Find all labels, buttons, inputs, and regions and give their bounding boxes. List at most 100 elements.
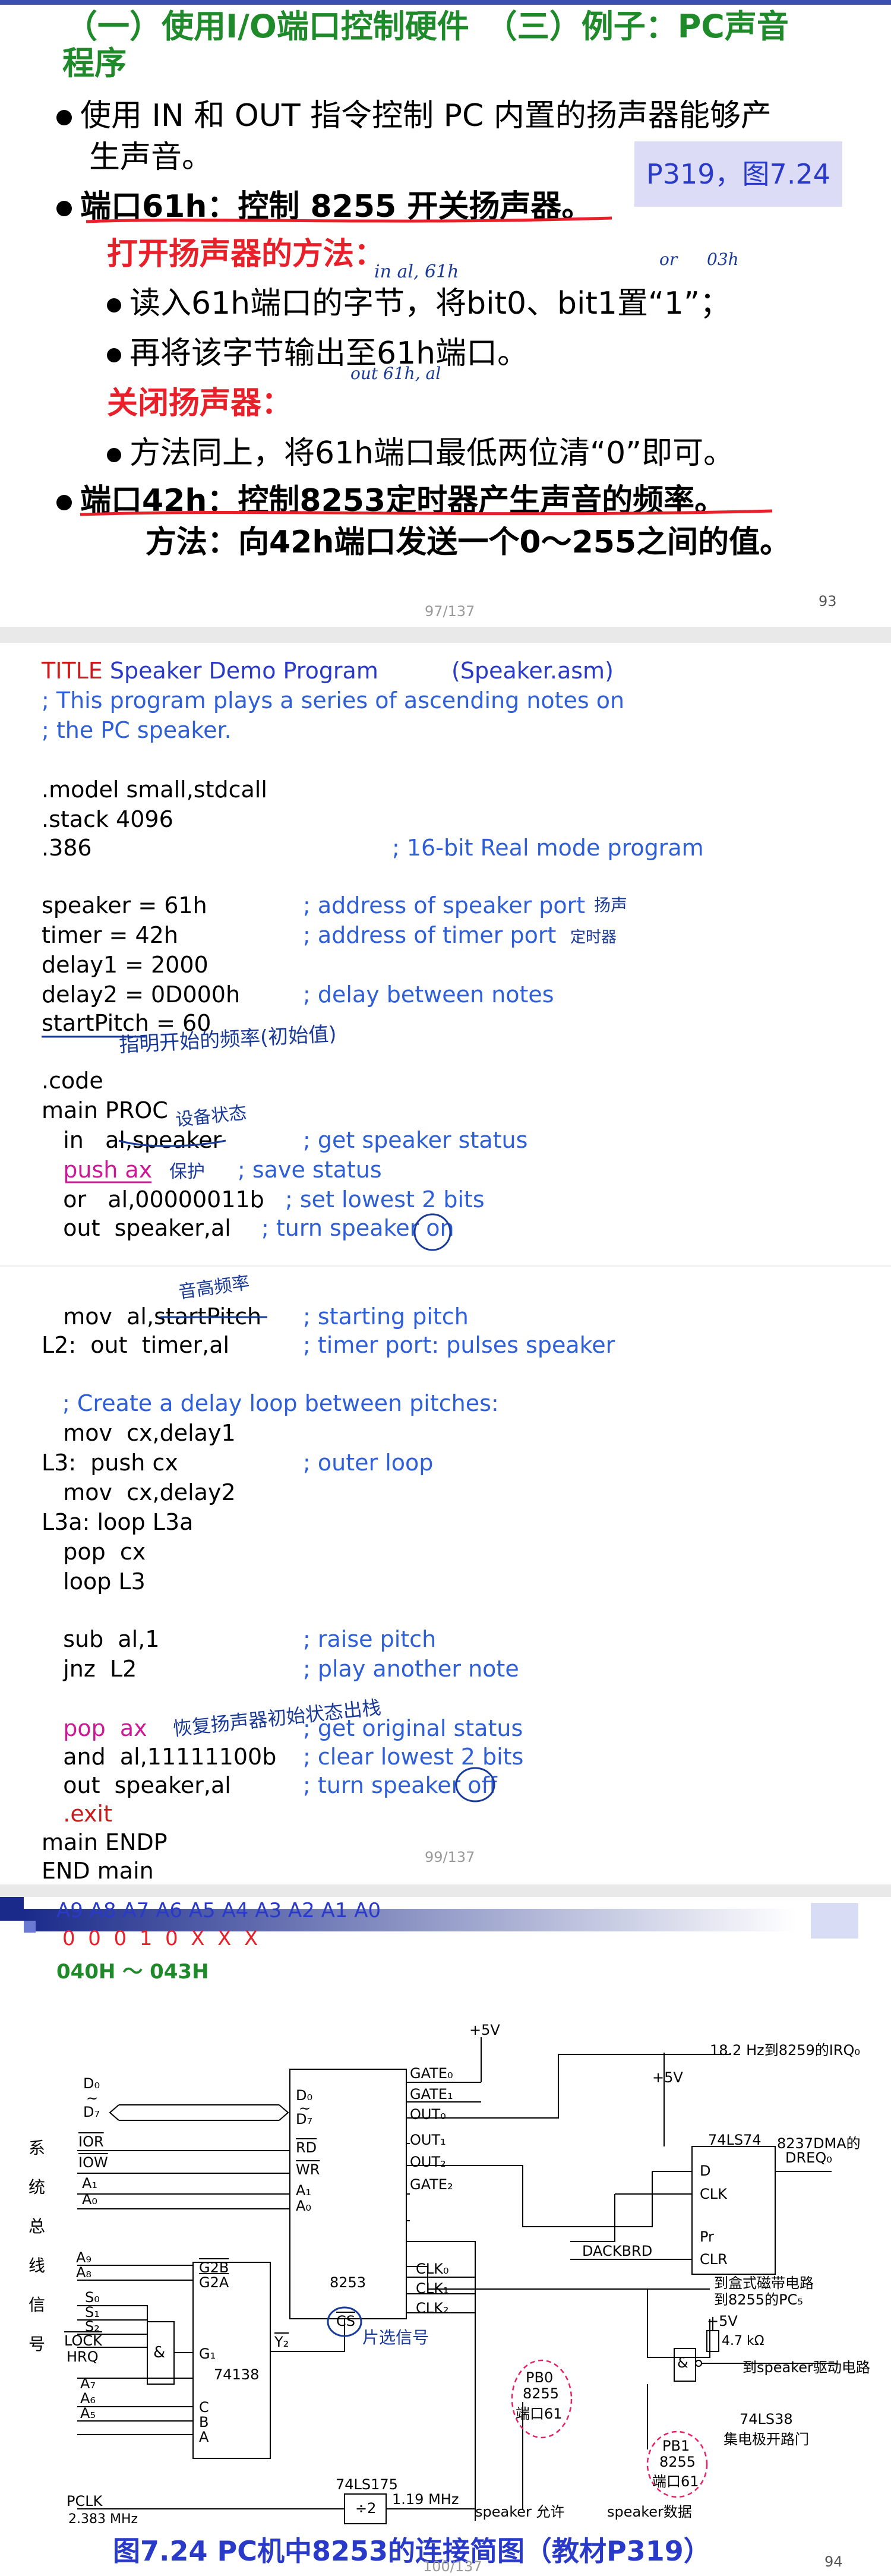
resistor-label: 4.7 kΩ: [722, 2334, 764, 2348]
pb1-label: 8255: [659, 2454, 696, 2470]
chip-pin: CLK₁: [416, 2280, 449, 2297]
chip-pin: OUT₂: [410, 2154, 446, 2170]
circuit-diagram: [77, 2037, 838, 2524]
bullet-dot: [56, 201, 72, 216]
chip-74ls175-label: 74LS175: [336, 2476, 398, 2493]
close-step: 方法同上，将61h端口最低两位清“0”即可。: [107, 428, 734, 472]
signal-label: A₉: [76, 2249, 92, 2266]
clock-frequency: 1.19 MHz: [392, 2491, 459, 2508]
bullet-dot: [56, 495, 72, 510]
annotation-overlay: [42, 1036, 495, 1802]
vcc-label: +5V: [707, 2313, 738, 2329]
pb0-label: PB0: [526, 2369, 554, 2386]
slide-number: 94: [824, 2553, 843, 2570]
handwriting-out: out 61h, al: [350, 364, 441, 383]
slide-3: A9 A8 A7 A6 A5 A4 A3 A2 A1 A0 0 0 0 1 0 …: [0, 1897, 891, 2576]
chip-pin: GATE₁: [410, 2086, 453, 2103]
chip-pin: RD: [296, 2139, 317, 2156]
vcc-label: +5V: [469, 2022, 500, 2038]
chip-pin: Y₂: [274, 2334, 289, 2350]
reference-box: P319，图7.24: [634, 141, 842, 207]
divide-by-2: ÷2: [355, 2500, 377, 2517]
page-indicator: 100/137: [423, 2558, 482, 2575]
signal-label: D₇: [83, 2104, 100, 2120]
chip-74138-label: 74138: [214, 2366, 260, 2383]
dackbrd-label: DACKBRD: [582, 2243, 653, 2259]
signal-label: D₀: [83, 2075, 100, 2092]
bullet-dot: [107, 348, 121, 362]
speaker-drive-label: 到speaker驱动电路: [742, 2359, 870, 2376]
chip-pin: CLK₀: [416, 2261, 449, 2277]
chip-pin: A: [199, 2429, 209, 2445]
slide-1: （一）使用I/O端口控制硬件 （三）例子：PC声音 程序 使用 IN 和 OUT…: [0, 0, 891, 627]
slide-2: TITLE Speaker Demo Program (Speaker.asm)…: [0, 643, 891, 1884]
bullet-1-cont: 生声音。: [89, 140, 213, 175]
slide-title-cont: 程序: [62, 45, 127, 82]
signal-label: A₁: [82, 2175, 98, 2192]
slide-number: 93: [819, 593, 837, 610]
pb0-label: 8255: [523, 2385, 560, 2402]
and-gate-symbol: &: [677, 2354, 688, 2371]
oc-gate-label: 集电极开路门: [723, 2431, 809, 2448]
pb1-label: PB1: [662, 2438, 690, 2454]
pclk-frequency: 2.383 MHz: [68, 2512, 138, 2527]
chip-74ls38-label: 74LS38: [740, 2411, 793, 2427]
slide-title: （一）使用I/O端口控制硬件 （三）例子：PC声音: [65, 8, 789, 45]
chip-pin: CLK: [700, 2186, 727, 2202]
chip-pin: G2A: [199, 2274, 229, 2291]
dreq-label: DREQ₀: [785, 2149, 832, 2166]
chip-pin: CLK₂: [416, 2300, 449, 2316]
chip-pin: GATE₀: [410, 2065, 453, 2082]
chip-pin: OUT₀: [410, 2106, 446, 2123]
handwriting-value: 03h: [707, 250, 739, 269]
bullet-dot: [107, 298, 121, 312]
cassette-label: 到8255的PC₅: [714, 2291, 803, 2308]
page-indicator: 97/137: [425, 603, 475, 620]
chip-pin: CLR: [700, 2251, 728, 2268]
chip-pin: Pr: [700, 2228, 714, 2245]
vcc-label: +5V: [652, 2069, 683, 2086]
open-step-2: 再将该字节输出至61h端口。: [107, 328, 528, 372]
chip-pin: WR: [296, 2161, 320, 2178]
chip-pin: OUT₁: [410, 2132, 446, 2148]
bullet-dot: [107, 448, 121, 462]
open-step-1: 读入61h端口的字节，将bit0、bit1置“1”；: [107, 278, 731, 323]
chip-pin: GATE₂: [410, 2176, 453, 2193]
signal-label: A₈: [76, 2264, 92, 2281]
irq-label: 18.2 Hz到8259的IRQ₀: [710, 2042, 861, 2059]
signal-label: A₆: [80, 2390, 96, 2407]
chip-pin: A₀: [296, 2198, 312, 2214]
bullet-dot: [56, 110, 72, 125]
chip-8253-label: 8253: [330, 2274, 366, 2291]
cs-note: 片选信号: [362, 2328, 429, 2347]
and-gate-symbol: &: [153, 2344, 166, 2362]
page-indicator: 99/137: [425, 1849, 475, 1865]
handwriting-or: or: [659, 250, 678, 269]
cs-pin: CS: [336, 2313, 355, 2329]
speaker-data-label: speaker数据: [607, 2504, 692, 2520]
open-heading: 打开扬声器的方法：: [107, 236, 386, 272]
chip-pin: G₁: [199, 2345, 216, 2362]
chip-pin: D₇: [296, 2111, 313, 2127]
signal-label: A₀: [82, 2191, 98, 2208]
method-line: 方法：向42h端口发送一个0～255之间的值。: [146, 525, 791, 560]
figure-caption: 图7.24 PC机中8253的连接简图（教材P319）: [113, 2535, 711, 2567]
chip-pin: G2B: [199, 2259, 229, 2276]
chip-pin: A₁: [296, 2182, 312, 2199]
signal-label: S₀: [85, 2289, 100, 2306]
signal-label: IOW: [78, 2154, 108, 2171]
signal-label: LOCK: [64, 2332, 102, 2349]
chip-74ls74-label: 74LS74: [708, 2132, 762, 2148]
signal-label: IOR: [78, 2133, 104, 2150]
pb1-label: 端口61: [652, 2473, 699, 2490]
pb0-label: 端口61: [516, 2405, 563, 2422]
chip-pin: C: [199, 2399, 209, 2416]
signal-label: A₅: [80, 2405, 96, 2422]
chip-pin: B: [199, 2414, 209, 2430]
speaker-enable-label: speaker 允许: [475, 2504, 565, 2520]
signal-label: PCLK: [67, 2493, 103, 2509]
bullet-1: 使用 IN 和 OUT 指令控制 PC 内置的扬声器能够产: [56, 90, 772, 135]
red-underline: [86, 216, 612, 223]
signal-label: A₇: [80, 2375, 96, 2392]
signal-label: HRQ: [67, 2348, 99, 2365]
